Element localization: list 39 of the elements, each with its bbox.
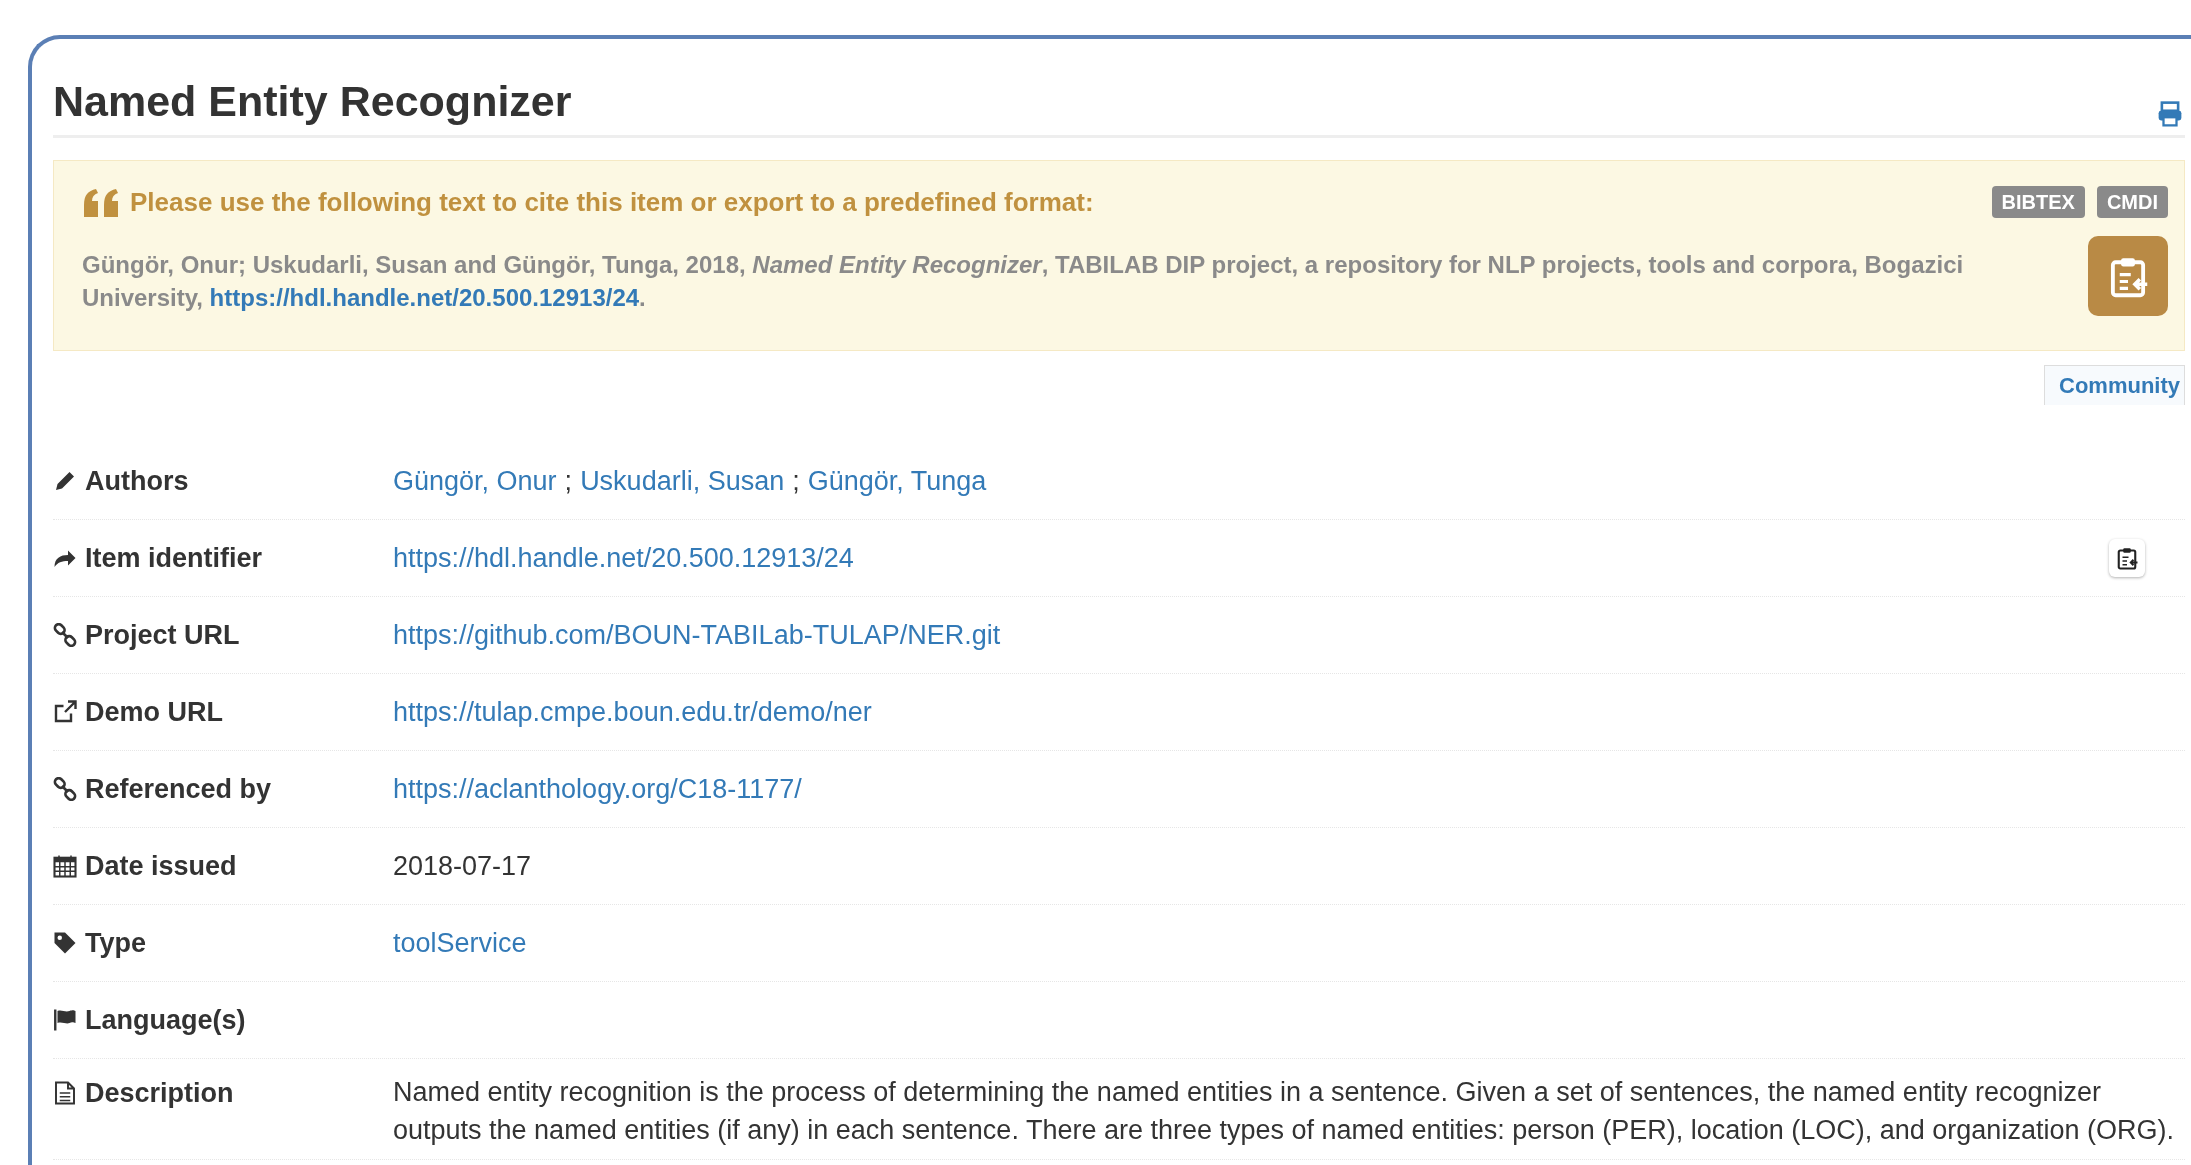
value-link[interactable]: Güngör, Tunga xyxy=(807,465,987,496)
value-link[interactable]: https://tulap.cmpe.boun.edu.tr/demo/ner xyxy=(393,696,872,727)
page-title: Named Entity Recognizer xyxy=(53,76,572,127)
field-label: Project URL xyxy=(85,618,240,652)
field-value: ; xyxy=(792,465,800,496)
value-link[interactable]: https://hdl.handle.net/20.500.12913/24 xyxy=(393,542,854,573)
citation-text: Güngör, Onur; Uskudarli, Susan and Güngör, Tunga, 2018, Named Entity Recognizer, TABILAB DIP project, a repository for NLP projects, tools and corpora, Bogazici University, https://hdl.handle.net/20.500.12913/24. xyxy=(82,249,1965,313)
clipboard-icon xyxy=(2115,545,2139,570)
field-label: Demo URL xyxy=(85,695,223,729)
export-format-button[interactable]: BIBTEX xyxy=(1991,186,2085,219)
link-icon xyxy=(53,776,77,801)
field-label: Type xyxy=(85,926,146,960)
field-label: Authors xyxy=(85,464,189,498)
value-link[interactable]: https://github.com/BOUN-TABILab-TULAP/NER.git xyxy=(393,619,1001,650)
link-icon xyxy=(53,622,77,647)
field-value: Named entity recognition is the process of determining the named entities in a sentence. Given a set of sentences, the named entity recognizer outputs the named entities (if any) in each sentence. There are three types of named entities: person (PER), location (LOC), and organization (ORG). xyxy=(393,1076,2174,1145)
value-link[interactable]: Uskudarli, Susan xyxy=(580,465,785,496)
citation-link[interactable]: https://hdl.handle.net/20.500.12913/24 xyxy=(209,283,640,311)
copy-button[interactable] xyxy=(2109,538,2145,577)
field-value: ; xyxy=(564,465,573,496)
external-link-icon xyxy=(53,699,77,724)
tag-icon xyxy=(53,930,77,955)
quote-icon xyxy=(82,187,118,218)
field-value: 2018-07-17 xyxy=(393,850,532,881)
flag-icon xyxy=(53,1007,77,1032)
document-icon xyxy=(53,1081,77,1105)
value-link[interactable]: https://aclanthology.org/C18-1177/ xyxy=(393,773,802,804)
field-label: Language(s) xyxy=(85,1003,246,1037)
citation-heading: Please use the following text to cite this item or export to a predefined format: xyxy=(130,185,1095,219)
field-label: Referenced by xyxy=(85,772,272,806)
value-link[interactable]: Güngör, Onur xyxy=(393,465,557,496)
community-tab[interactable]: Community xyxy=(2044,364,2185,405)
value-link[interactable]: toolService xyxy=(393,927,527,958)
export-format-button[interactable]: CMDI xyxy=(2096,186,2168,219)
field-label: Item identifier xyxy=(85,541,263,575)
calendar-icon xyxy=(53,853,77,878)
field-label: Date issued xyxy=(85,849,237,883)
field-label: Description xyxy=(85,1076,234,1110)
copy-citation-button[interactable] xyxy=(2088,235,2168,316)
